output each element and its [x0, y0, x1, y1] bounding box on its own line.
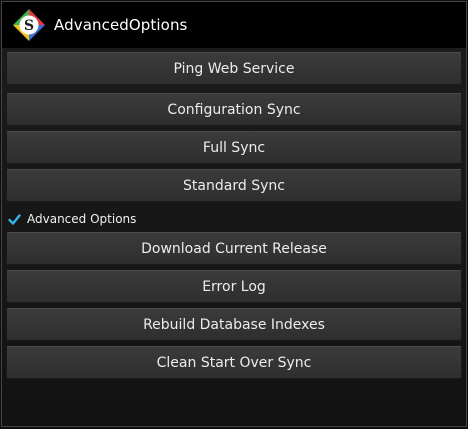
ping-web-service-button[interactable]: Ping Web Service — [6, 52, 462, 85]
app-logo-letter: S — [24, 18, 34, 34]
rebuild-database-indexes-button[interactable]: Rebuild Database Indexes — [6, 308, 462, 341]
checkmark-icon — [8, 213, 21, 226]
action-bar: S AdvancedOptions — [2, 2, 466, 49]
configuration-sync-button[interactable]: Configuration Sync — [6, 93, 462, 126]
app-logo-icon[interactable]: S — [12, 8, 46, 42]
download-current-release-button[interactable]: Download Current Release — [6, 232, 462, 265]
app-title: AdvancedOptions — [54, 16, 188, 34]
advanced-options-label: Advanced Options — [27, 212, 137, 226]
options-panel: Ping Web Service Configuration Sync Full… — [2, 48, 466, 426]
advanced-options-checkbox[interactable]: Advanced Options — [8, 209, 136, 229]
standard-sync-button[interactable]: Standard Sync — [6, 169, 462, 202]
full-sync-button[interactable]: Full Sync — [6, 131, 462, 164]
app-window: S AdvancedOptions Ping Web Service Confi… — [1, 1, 467, 427]
error-log-button[interactable]: Error Log — [6, 270, 462, 303]
clean-start-over-sync-button[interactable]: Clean Start Over Sync — [6, 346, 462, 379]
